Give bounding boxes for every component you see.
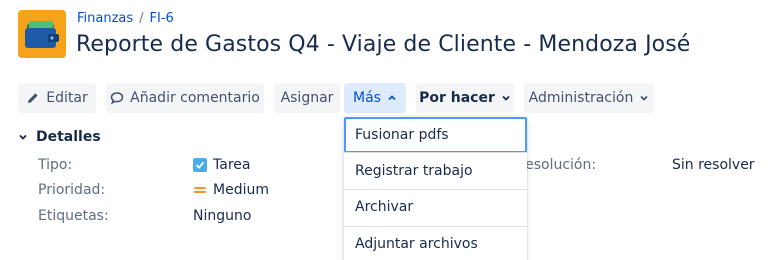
menu-item-attach-files[interactable]: Adjuntar archivos (344, 226, 527, 260)
breadcrumb-issue-link[interactable]: FI-6 (150, 11, 174, 26)
menu-item-log-work[interactable]: Registrar trabajo (344, 153, 527, 189)
admin-button[interactable]: Administración (524, 83, 654, 113)
breadcrumb-separator: / (139, 11, 144, 26)
type-label: Tipo: (38, 157, 73, 173)
assign-button[interactable]: Asignar (274, 83, 340, 113)
type-value-text: Tarea (213, 157, 251, 173)
more-label: Más (353, 90, 381, 106)
page-title: Reporte de Gastos Q4 - Viaje de Cliente … (76, 32, 691, 57)
breadcrumb: Finanzas / FI-6 (77, 11, 174, 26)
admin-label: Administración (528, 90, 634, 106)
project-avatar[interactable] (18, 10, 66, 58)
chevron-up-icon (388, 95, 396, 101)
comment-icon (110, 92, 124, 105)
status-transition-button[interactable]: Por hacer (416, 83, 514, 113)
task-check-icon (193, 158, 207, 172)
wallet-icon (25, 21, 59, 48)
breadcrumb-project-link[interactable]: Finanzas (77, 11, 133, 26)
labels-label: Etiquetas: (38, 208, 109, 224)
add-comment-label: Añadir comentario (130, 90, 260, 106)
priority-value: Medium (193, 182, 269, 198)
edit-button[interactable]: Editar (18, 83, 96, 113)
chevron-down-icon (502, 95, 510, 101)
details-section-toggle[interactable]: Detalles (18, 129, 101, 145)
labels-value-text: Ninguno (193, 208, 252, 224)
edit-button-label: Editar (46, 90, 88, 106)
assign-label: Asignar (280, 90, 334, 106)
type-value: Tarea (193, 157, 250, 173)
priority-value-text: Medium (213, 182, 269, 198)
resolution-value: Sin resolver (672, 157, 755, 173)
priority-medium-icon (194, 187, 206, 193)
priority-label: Prioridad: (38, 182, 106, 198)
more-dropdown-menu: Fusionar pdfs Registrar trabajo Archivar… (344, 116, 527, 260)
resolution-label: Resolución: (516, 157, 597, 173)
add-comment-button[interactable]: Añadir comentario (106, 83, 264, 113)
more-button[interactable]: Más (344, 83, 406, 113)
pencil-icon (28, 93, 38, 103)
details-section-title: Detalles (36, 129, 101, 145)
menu-item-merge-pdfs[interactable]: Fusionar pdfs (344, 117, 527, 153)
menu-item-archive[interactable]: Archivar (344, 189, 527, 225)
chevron-down-icon (19, 134, 27, 140)
status-label: Por hacer (419, 90, 495, 106)
chevron-down-icon (640, 95, 648, 101)
labels-value: Ninguno (193, 208, 251, 224)
